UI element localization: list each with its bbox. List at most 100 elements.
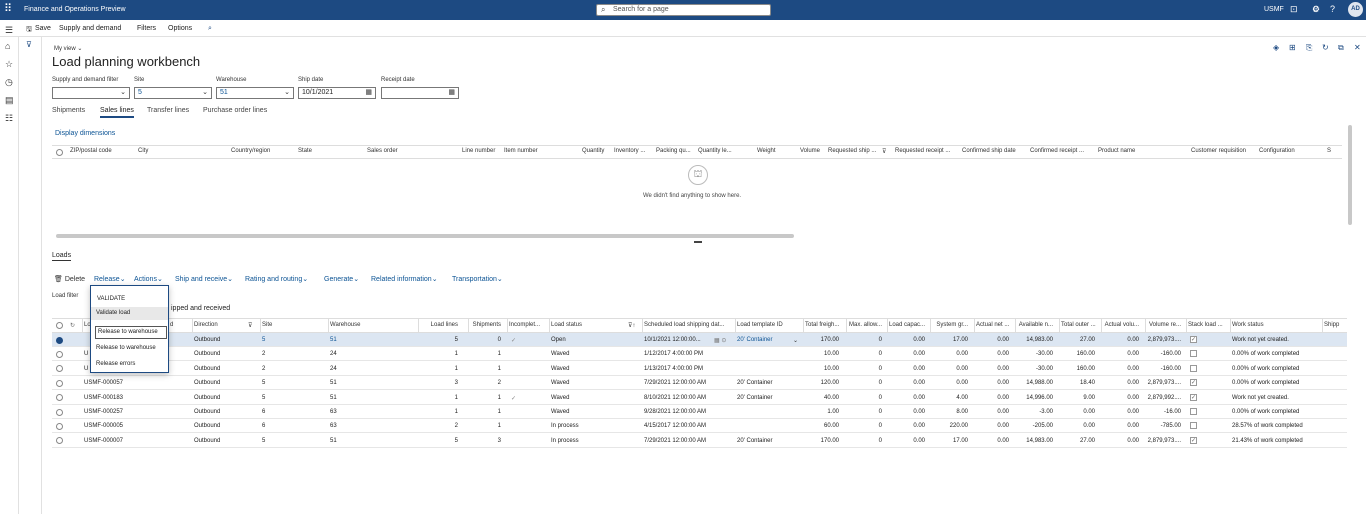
col-packing[interactable]: Packing qu... xyxy=(656,148,691,154)
transportation-menu-button[interactable]: Transportation⌄ xyxy=(452,275,503,283)
col-s[interactable]: S xyxy=(1327,148,1331,154)
loads-col-17[interactable]: Total outer ... xyxy=(1061,322,1096,328)
row-select-radio[interactable] xyxy=(56,350,63,358)
loads-col-13[interactable]: Load capac... xyxy=(889,322,925,328)
col-sales-order[interactable]: Sales order xyxy=(367,148,398,154)
column-separator[interactable] xyxy=(974,318,975,332)
col-volume[interactable]: Volume xyxy=(800,148,820,154)
col-inventory[interactable]: Inventory ... xyxy=(614,148,645,154)
col-quantity-left[interactable]: Quantity le... xyxy=(698,148,732,154)
supply-demand-button[interactable]: Supply and demand xyxy=(59,25,121,32)
col-requested-receipt[interactable]: Requested receipt ... xyxy=(895,148,950,154)
loads-col-18[interactable]: Actual volu... xyxy=(1103,322,1139,328)
company-selector[interactable]: USMF xyxy=(1264,6,1284,13)
app-launcher-icon[interactable]: ⠿ xyxy=(4,4,15,15)
generate-menu-button[interactable]: Generate⌄ xyxy=(324,275,359,283)
column-separator[interactable] xyxy=(192,318,193,332)
calendar-icon[interactable]: ▦ xyxy=(448,88,455,98)
loads-col-20[interactable]: Stack load ... xyxy=(1188,322,1223,328)
loads-col-16[interactable]: Available n... xyxy=(1017,322,1053,328)
loads-col-7[interactable]: Incomplet... xyxy=(509,322,540,328)
home-icon[interactable]: ⌂ xyxy=(5,41,10,51)
filter-icon[interactable]: ⊽ xyxy=(26,40,32,49)
column-separator[interactable] xyxy=(328,318,329,332)
loads-col-12[interactable]: Max. allow... xyxy=(848,322,882,328)
column-separator[interactable] xyxy=(1322,318,1323,332)
col-confirmed-receipt[interactable]: Confirmed receipt ... xyxy=(1030,148,1084,154)
row-select-radio[interactable] xyxy=(56,408,63,416)
loads-col-2[interactable]: Direction xyxy=(194,322,218,328)
column-separator[interactable] xyxy=(1015,318,1016,332)
column-separator[interactable] xyxy=(642,318,643,332)
loads-col-6[interactable]: Shipments xyxy=(470,322,501,328)
warehouse-select[interactable]: 51 ⌄ xyxy=(216,87,294,99)
receipt-date-input[interactable]: ▦ xyxy=(381,87,459,99)
loads-col-11[interactable]: Total freigh... xyxy=(805,322,839,328)
popout-icon[interactable]: ⧉ xyxy=(1338,43,1344,53)
favorites-icon[interactable]: ☆ xyxy=(5,59,13,70)
vertical-scrollbar[interactable] xyxy=(1348,125,1352,225)
recent-icon[interactable]: ◷ xyxy=(5,77,13,88)
row-select-radio[interactable] xyxy=(56,336,63,344)
save-icon[interactable]: 🖫 xyxy=(26,25,32,36)
col-configuration[interactable]: Configuration xyxy=(1259,148,1295,154)
workspaces-icon[interactable]: ▤ xyxy=(5,95,14,106)
column-separator[interactable] xyxy=(549,318,550,332)
save-button[interactable]: Save xyxy=(35,25,51,32)
view-selector[interactable]: My view ⌄ xyxy=(54,45,82,52)
column-separator[interactable] xyxy=(468,318,469,332)
cell-template[interactable]: 20' Container xyxy=(737,337,773,343)
col-customer-requisition[interactable]: Customer requisition xyxy=(1191,148,1246,154)
filters-button[interactable]: Filters xyxy=(137,25,156,32)
stack-load-checkbox[interactable]: ✓ xyxy=(1190,379,1197,387)
tab-sales-lines[interactable]: Sales lines xyxy=(100,107,134,118)
stack-load-checkbox[interactable]: ✓ xyxy=(1190,336,1197,343)
col-zip[interactable]: ZIP/postal code xyxy=(70,148,112,154)
refresh-icon[interactable]: ↻ xyxy=(1322,43,1329,52)
loads-col-9[interactable]: Scheduled load shipping dat... xyxy=(644,322,724,328)
office-icon[interactable]: ⊞ xyxy=(1289,43,1296,52)
release-to-warehouse-menu-item[interactable]: Release to warehouse xyxy=(91,342,168,355)
load-filter-value[interactable]: ipped and received xyxy=(171,305,230,312)
loads-col-5[interactable]: Load lines xyxy=(420,322,458,328)
col-weight[interactable]: Weight xyxy=(757,148,776,154)
column-separator[interactable] xyxy=(846,318,847,332)
col-requested-ship[interactable]: Requested ship ... xyxy=(828,148,876,154)
release-errors-menu-item[interactable]: Release errors xyxy=(91,358,168,371)
col-confirmed-ship[interactable]: Confirmed ship date xyxy=(962,148,1016,154)
column-separator[interactable] xyxy=(82,318,83,332)
release-menu-button[interactable]: Release⌄ xyxy=(94,275,126,283)
column-separator[interactable] xyxy=(887,318,888,332)
column-separator[interactable] xyxy=(507,318,508,332)
column-separator[interactable] xyxy=(735,318,736,332)
loads-col-4[interactable]: Warehouse xyxy=(330,322,360,328)
pane-splitter[interactable] xyxy=(694,241,702,243)
delete-button[interactable]: 🗑 Delete xyxy=(54,275,85,283)
attach-icon[interactable]: ⎘ xyxy=(1306,43,1312,53)
column-separator[interactable] xyxy=(418,318,419,332)
horizontal-scrollbar[interactable] xyxy=(56,234,794,238)
loads-col-22[interactable]: Shipp xyxy=(1324,322,1339,328)
close-icon[interactable]: ✕ xyxy=(1354,43,1361,52)
stack-load-checkbox[interactable] xyxy=(1190,422,1197,430)
loads-col-19[interactable]: Volume re... xyxy=(1147,322,1181,328)
rating-routing-menu-button[interactable]: Rating and routing⌄ xyxy=(245,275,308,283)
tab-purchase-order-lines[interactable]: Purchase order lines xyxy=(203,107,267,114)
loads-col-3[interactable]: Site xyxy=(262,322,272,328)
calendar-icon[interactable]: ▦ xyxy=(365,88,372,98)
search-actions-icon[interactable]: ⌕ xyxy=(208,25,212,33)
col-city[interactable]: City xyxy=(138,148,148,154)
stack-load-checkbox[interactable] xyxy=(1190,364,1197,372)
stack-load-checkbox[interactable]: ✓ xyxy=(1190,393,1197,401)
ship-date-input[interactable]: 10/1/2021 ▦ xyxy=(298,87,376,99)
stack-load-checkbox[interactable] xyxy=(1190,408,1197,415)
validate-load-menu-item[interactable]: Validate load xyxy=(91,307,168,320)
column-separator[interactable] xyxy=(1230,318,1231,332)
column-separator[interactable] xyxy=(803,318,804,332)
cell-date[interactable]: 10/1/2021 12:00:00... xyxy=(644,337,701,343)
menu-icon[interactable]: ☰ xyxy=(5,25,13,36)
loads-col-15[interactable]: Actual net ... xyxy=(976,322,1009,328)
supply-demand-filter-select[interactable]: ⌄ xyxy=(52,87,130,99)
column-separator[interactable] xyxy=(1186,318,1187,332)
tab-transfer-lines[interactable]: Transfer lines xyxy=(147,107,189,114)
